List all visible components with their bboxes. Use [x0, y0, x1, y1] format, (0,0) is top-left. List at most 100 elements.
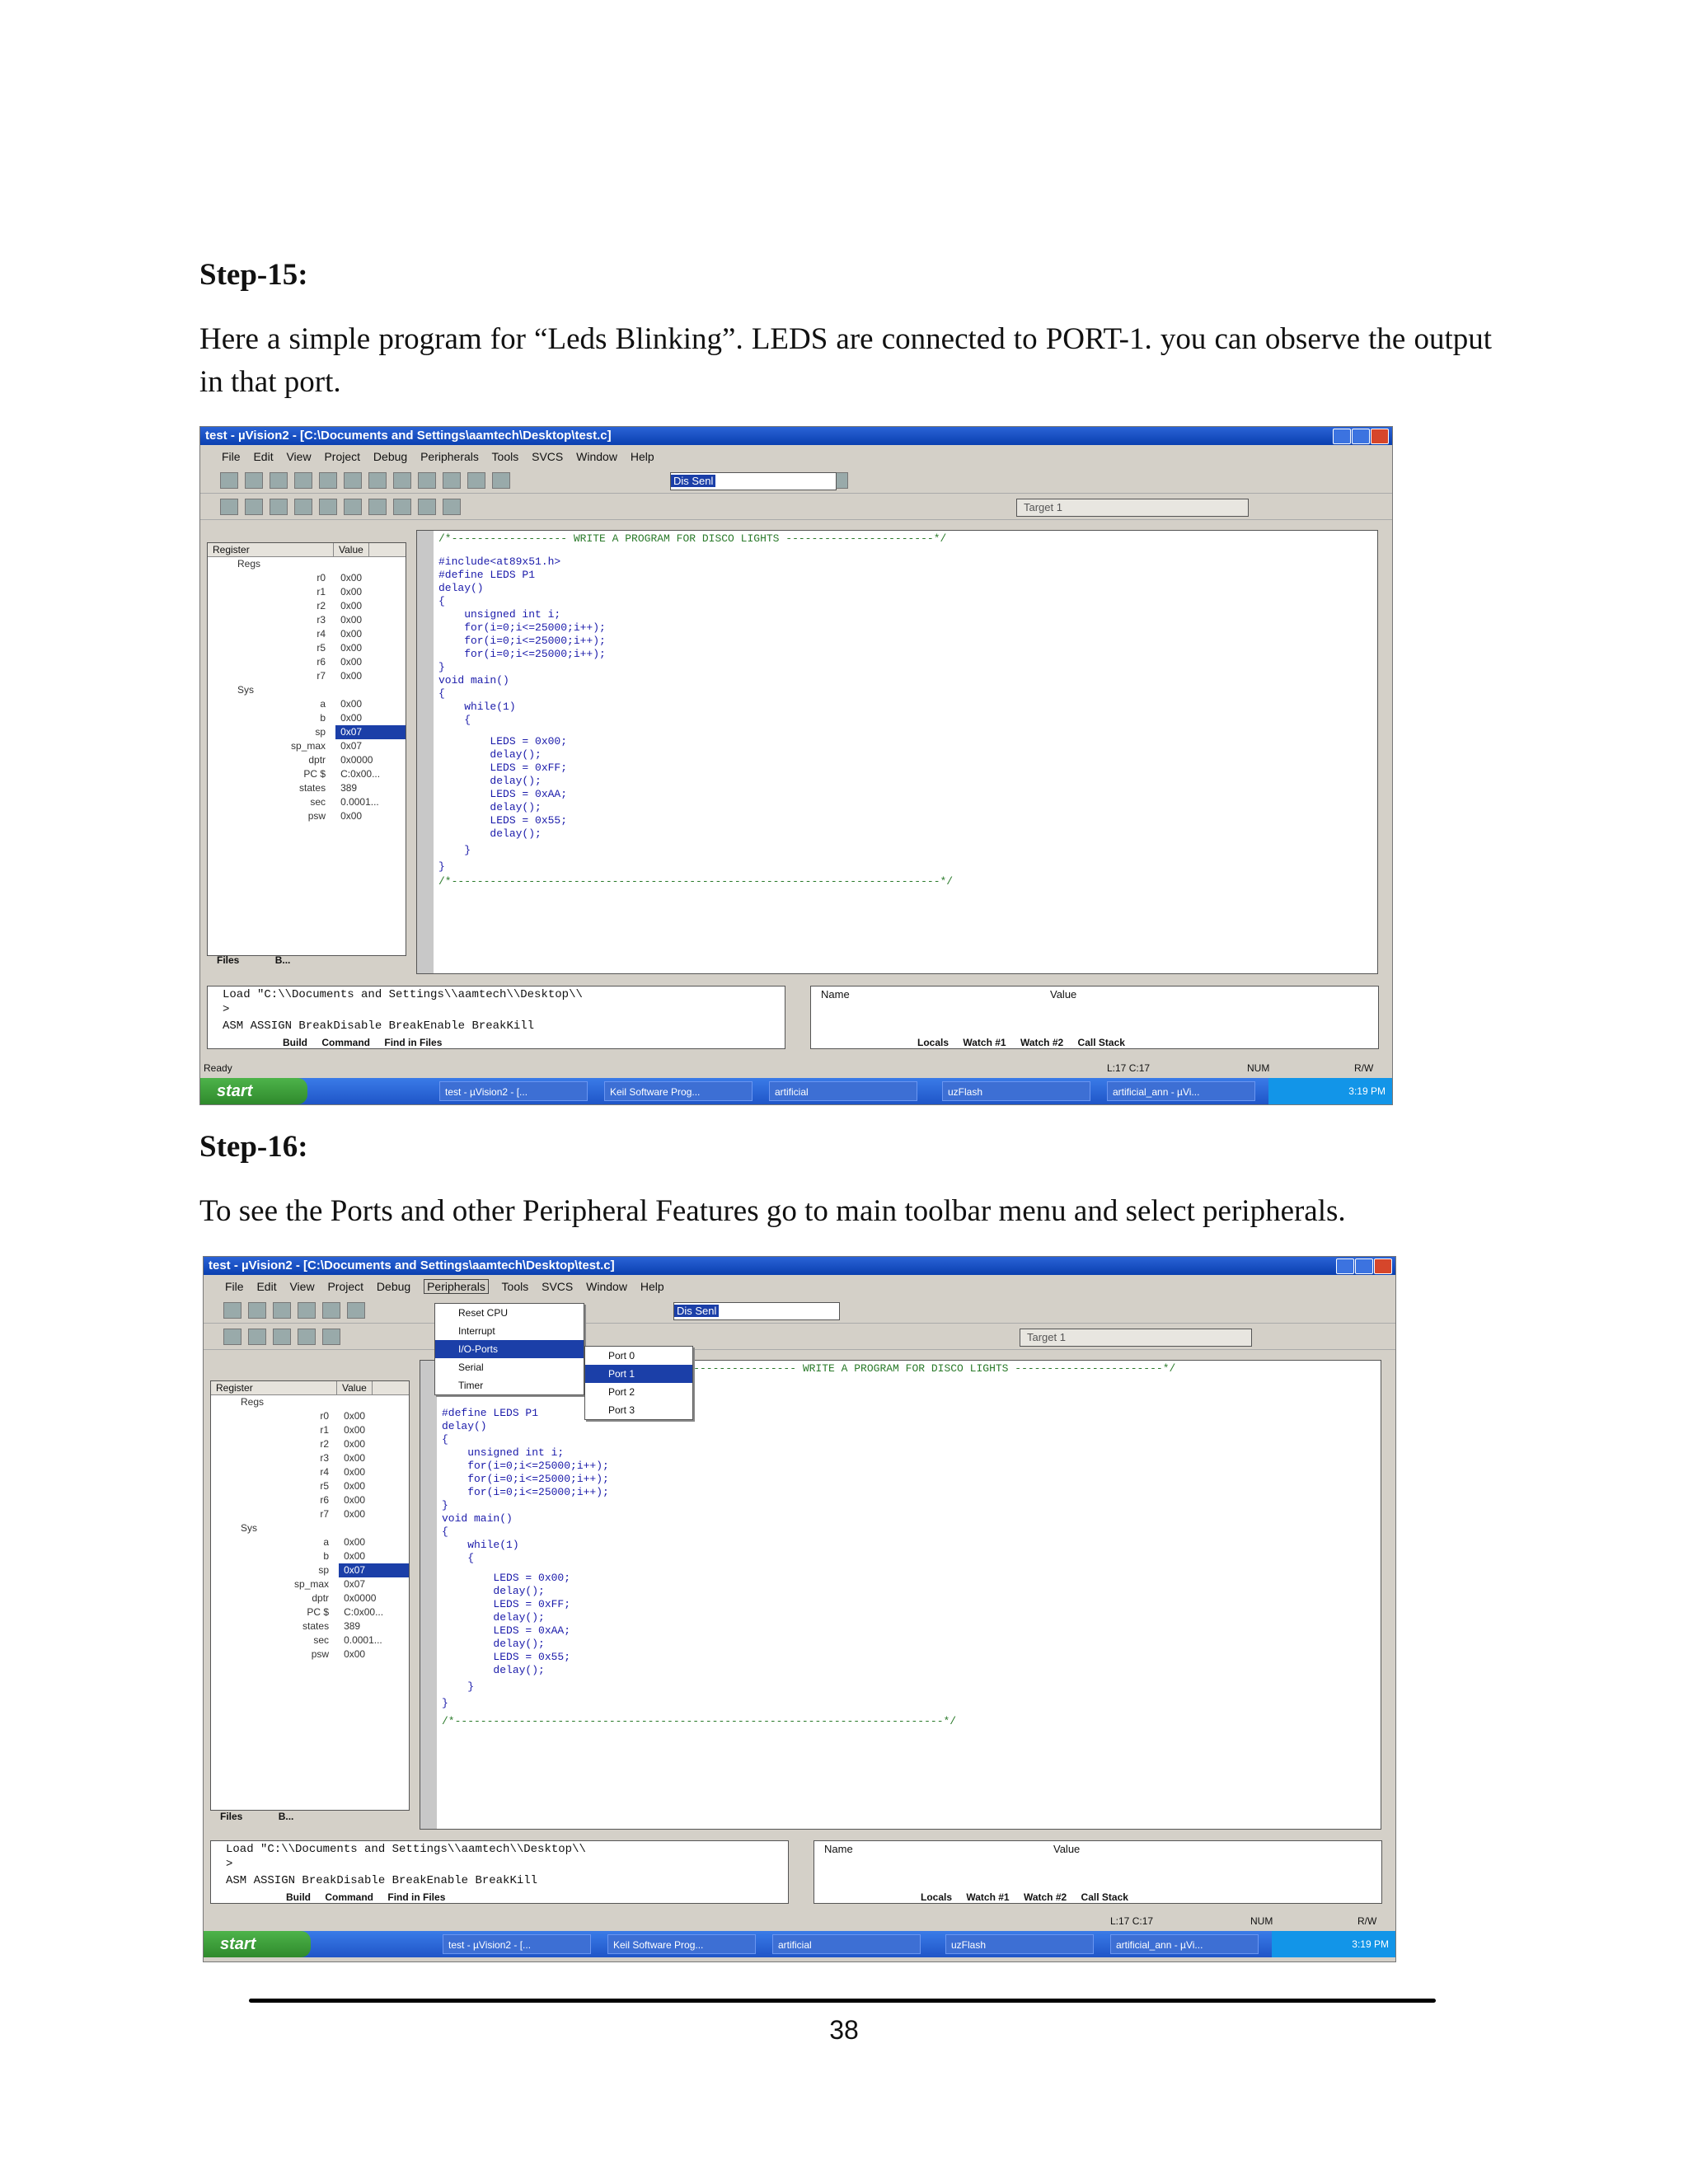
menu-item-interrupt[interactable]: Interrupt — [435, 1322, 584, 1340]
paste-icon[interactable] — [368, 472, 387, 489]
menu-project[interactable]: Project — [327, 1280, 363, 1293]
watch-icon[interactable] — [418, 499, 436, 515]
minimize-icon[interactable] — [1333, 429, 1351, 444]
maximize-icon[interactable] — [1355, 1258, 1373, 1274]
target-combo[interactable]: Target 1 — [1020, 1329, 1252, 1347]
register-row[interactable]: sp_max 0x07 — [211, 1577, 409, 1591]
find-icon[interactable] — [492, 472, 510, 489]
tab-locals[interactable]: Locals — [921, 1891, 952, 1903]
menu-item-serial[interactable]: Serial — [435, 1358, 584, 1376]
new-file-icon[interactable] — [223, 1302, 241, 1319]
taskbar-item[interactable]: test - µVision2 - [... — [443, 1934, 591, 1954]
taskbar-item[interactable]: Keil Software Prog... — [604, 1081, 753, 1101]
step-over-icon[interactable] — [322, 1329, 340, 1345]
code-editor[interactable]: /*------------------ WRITE A PROGRAM FOR… — [416, 530, 1378, 974]
taskbar-item[interactable]: artificial — [772, 1934, 921, 1954]
tab-find-in-files[interactable]: Find in Files — [387, 1891, 445, 1903]
close-icon[interactable] — [1371, 429, 1389, 444]
tab-command[interactable]: Command — [325, 1891, 373, 1903]
tab-watch-1[interactable]: Watch #1 — [963, 1037, 1006, 1048]
menu-view[interactable]: View — [289, 1280, 314, 1293]
save-icon[interactable] — [273, 1302, 291, 1319]
breakpoint-icon[interactable] — [368, 499, 387, 515]
save-icon[interactable] — [270, 472, 288, 489]
register-row[interactable]: dptr 0x0000 — [208, 753, 406, 767]
run-icon[interactable] — [245, 499, 263, 515]
reset-icon[interactable] — [220, 499, 238, 515]
menu-debug[interactable]: Debug — [377, 1280, 410, 1293]
register-row[interactable]: r7 0x00 — [208, 669, 406, 683]
run-icon[interactable] — [248, 1329, 266, 1345]
cut-icon[interactable] — [319, 472, 337, 489]
stop-icon[interactable] — [270, 499, 288, 515]
register-row[interactable]: r1 0x00 — [211, 1423, 409, 1437]
code-editor[interactable]: /*------------------ WRITE A PROGRAM FOR… — [420, 1360, 1381, 1830]
register-row[interactable]: r0 0x00 — [208, 571, 406, 585]
menu-svcs[interactable]: SVCS — [542, 1280, 573, 1293]
register-row[interactable]: r5 0x00 — [208, 641, 406, 655]
bookmark-icon[interactable] — [467, 472, 485, 489]
taskbar-item[interactable]: artificial_ann - µVi... — [1107, 1081, 1255, 1101]
menu-debug[interactable]: Debug — [373, 450, 407, 463]
menu-item-io-ports[interactable]: I/O-Ports — [435, 1340, 584, 1358]
register-row[interactable]: PC $ C:0x00... — [208, 767, 406, 781]
taskbar-item[interactable]: uzFlash — [945, 1934, 1094, 1954]
register-row[interactable]: PC $ C:0x00... — [211, 1605, 409, 1619]
register-row[interactable]: sec 0.0001... — [208, 795, 406, 809]
register-row[interactable]: r6 0x00 — [208, 655, 406, 669]
register-row[interactable]: Regs — [211, 1395, 409, 1409]
close-icon[interactable] — [1374, 1258, 1392, 1274]
copy-icon[interactable] — [344, 472, 362, 489]
menu-item-port-3[interactable]: Port 3 — [585, 1401, 692, 1419]
menu-item-reset-cpu[interactable]: Reset CPU — [435, 1304, 584, 1322]
menu-item-timer[interactable]: Timer — [435, 1376, 584, 1394]
register-row[interactable]: psw 0x00 — [208, 809, 406, 823]
taskbar-item[interactable]: test - µVision2 - [... — [439, 1081, 588, 1101]
menu-file[interactable]: File — [225, 1280, 244, 1293]
start-button[interactable]: start — [204, 1931, 311, 1957]
stop-icon[interactable] — [273, 1329, 291, 1345]
register-row[interactable]: b 0x00 — [208, 711, 406, 725]
menu-peripherals[interactable]: Peripherals — [424, 1279, 489, 1294]
menu-project[interactable]: Project — [324, 450, 360, 463]
step-out-icon[interactable] — [344, 499, 362, 515]
menu-item-port-0[interactable]: Port 0 — [585, 1347, 692, 1365]
tab-watch-2[interactable]: Watch #2 — [1024, 1891, 1067, 1903]
taskbar-item[interactable]: Keil Software Prog... — [607, 1934, 756, 1954]
disassembly-icon[interactable] — [393, 499, 411, 515]
register-row[interactable]: r6 0x00 — [211, 1493, 409, 1507]
register-row[interactable]: r1 0x00 — [208, 585, 406, 599]
taskbar-item[interactable]: artificial_ann - µVi... — [1110, 1934, 1259, 1954]
menu-tools[interactable]: Tools — [492, 450, 519, 463]
undo-icon[interactable] — [393, 472, 411, 489]
register-row[interactable]: a 0x00 — [208, 697, 406, 711]
taskbar-item[interactable]: artificial — [769, 1081, 917, 1101]
menu-help[interactable]: Help — [631, 450, 654, 463]
tab-call-stack[interactable]: Call Stack — [1081, 1891, 1128, 1903]
menu-help[interactable]: Help — [640, 1280, 664, 1293]
tab-locals[interactable]: Locals — [917, 1037, 949, 1048]
menu-peripherals[interactable]: Peripherals — [420, 450, 479, 463]
tab-build[interactable]: Build — [286, 1891, 311, 1903]
tab-call-stack[interactable]: Call Stack — [1078, 1037, 1125, 1048]
menu-svcs[interactable]: SVCS — [532, 450, 563, 463]
register-row[interactable]: r2 0x00 — [211, 1437, 409, 1451]
step-into-icon[interactable] — [294, 499, 312, 515]
register-row[interactable]: dptr 0x0000 — [211, 1591, 409, 1605]
tab-watch-2[interactable]: Watch #2 — [1020, 1037, 1063, 1048]
find-combo[interactable]: Dis Senl — [673, 1302, 840, 1320]
register-row[interactable]: psw 0x00 — [211, 1647, 409, 1661]
tab-watch-1[interactable]: Watch #1 — [966, 1891, 1009, 1903]
register-row[interactable]: r4 0x00 — [211, 1465, 409, 1479]
copy-icon[interactable] — [347, 1302, 365, 1319]
menu-view[interactable]: View — [286, 450, 311, 463]
tab-files[interactable]: Files — [217, 954, 239, 966]
register-row[interactable]: r0 0x00 — [211, 1409, 409, 1423]
register-row[interactable]: sp_max 0x07 — [208, 739, 406, 753]
cut-icon[interactable] — [322, 1302, 340, 1319]
register-row[interactable]: states 389 — [208, 781, 406, 795]
open-icon[interactable] — [245, 472, 263, 489]
save-all-icon[interactable] — [294, 472, 312, 489]
find-combo[interactable]: Dis Senl — [670, 472, 837, 490]
memory-icon[interactable] — [443, 499, 461, 515]
